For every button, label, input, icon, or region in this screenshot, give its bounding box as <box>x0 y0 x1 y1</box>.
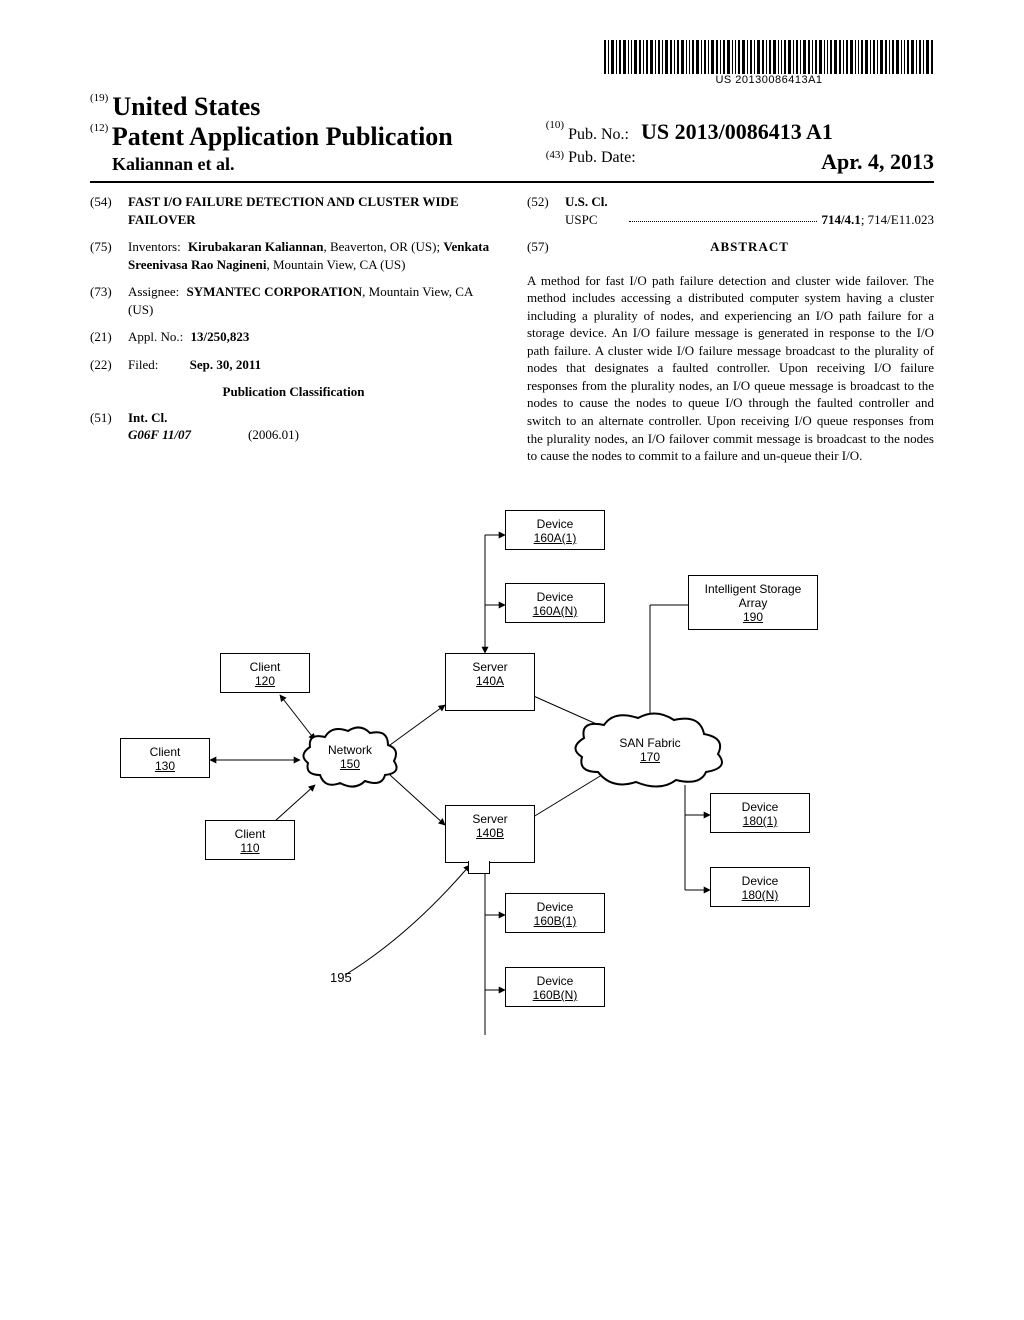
intcl-class: G06F 11/07 <box>128 426 248 444</box>
inventor-short: Kaliannan et al. <box>90 154 529 175</box>
figure-diagram: Device 160A(1) Device 160A(N) Intelligen… <box>90 495 934 1055</box>
pubno-value: US 2013/0086413 A1 <box>641 119 833 144</box>
appl-label: Appl. No.: <box>128 329 183 344</box>
node-server-140a: Server 140A <box>445 653 535 711</box>
pubdate-code: (43) <box>546 149 564 161</box>
barcode-graphic: US 20130086413A1 <box>604 40 934 86</box>
pubno-code: (10) <box>546 119 564 131</box>
appl-no: 13/250,823 <box>191 329 250 344</box>
cloud-san: SAN Fabric 170 <box>570 710 730 790</box>
pubno-label: Pub. No.: <box>568 126 629 143</box>
filed-label: Filed: <box>128 357 158 372</box>
header-block: (19) United States (12) Patent Applicati… <box>90 92 934 183</box>
bibliographic-block: (54) FAST I/O FAILURE DETECTION AND CLUS… <box>90 193 934 465</box>
node-device-160a1: Device 160A(1) <box>505 510 605 551</box>
node-device-180n: Device 180(N) <box>710 867 810 908</box>
country-name: United States <box>112 92 260 121</box>
appl-code: (21) <box>90 328 128 346</box>
abstract-text: A method for fast I/O path failure detec… <box>527 272 934 465</box>
uscl-label: U.S. Cl. <box>565 193 934 211</box>
node-device-160bn: Device 160B(N) <box>505 967 605 1008</box>
node-server-140b: Server 140B <box>445 805 535 863</box>
barcode-text: US 20130086413A1 <box>604 74 934 86</box>
assignee-label: Assignee: <box>128 284 179 299</box>
abstract-label: ABSTRACT <box>565 238 934 256</box>
node-client-130: Client 130 <box>120 738 210 779</box>
pubdate-label: Pub. Date: <box>568 149 636 166</box>
country-code: (19) <box>90 92 108 104</box>
inventors-code: (75) <box>90 238 128 273</box>
inventors-label: Inventors: <box>128 239 181 254</box>
node-device-160an: Device 160A(N) <box>505 583 605 624</box>
pubclass-header: Publication Classification <box>90 383 497 401</box>
intcl-date: (2006.01) <box>248 426 299 444</box>
title-code: (54) <box>90 193 128 228</box>
assignee-code: (73) <box>90 283 128 318</box>
annotation-195: 195 <box>330 970 352 985</box>
node-device-1801: Device 180(1) <box>710 793 810 834</box>
uscl-code: (52) <box>527 193 565 228</box>
node-client-110: Client 110 <box>205 820 295 861</box>
abstract-code: (57) <box>527 238 565 262</box>
pubdate-value: Apr. 4, 2013 <box>821 149 934 175</box>
intcl-code: (51) <box>90 409 128 444</box>
uspc-rest: ; 714/E11.023 <box>861 212 934 227</box>
pub-type: Patent Application Publication <box>112 122 453 151</box>
node-client-120: Client 120 <box>220 653 310 694</box>
uspc-label: USPC <box>565 211 625 229</box>
node-device-160b1: Device 160B(1) <box>505 893 605 934</box>
filed-code: (22) <box>90 356 128 374</box>
pub-type-code: (12) <box>90 122 108 134</box>
intcl-label: Int. Cl. <box>128 409 497 427</box>
cloud-network: Network 150 <box>300 725 400 790</box>
barcode-block: US 20130086413A1 <box>90 40 934 88</box>
node-storage-array: Intelligent Storage Array 190 <box>688 575 818 630</box>
uspc-bold: 714/4.1 <box>821 212 860 227</box>
filed-date: Sep. 30, 2011 <box>190 357 262 372</box>
invention-title: FAST I/O FAILURE DETECTION AND CLUSTER W… <box>128 193 497 228</box>
